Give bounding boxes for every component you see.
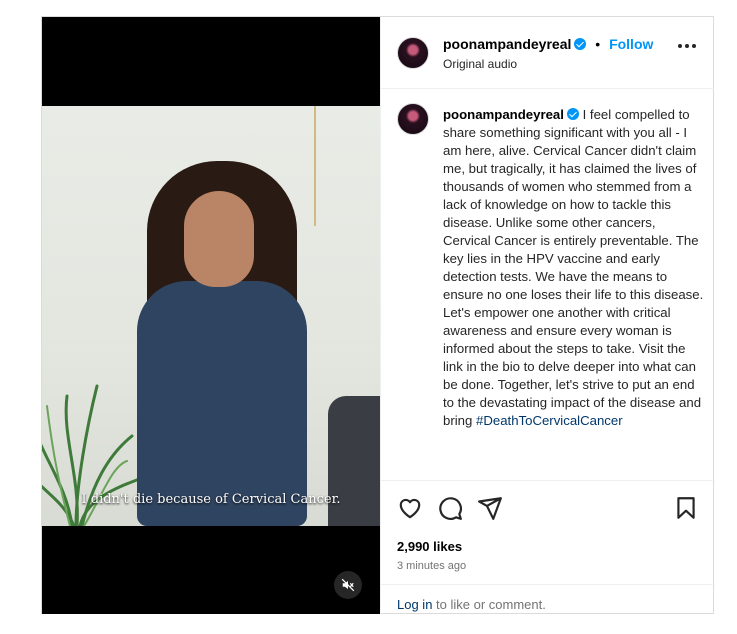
likes-count[interactable]: 2,990 likes xyxy=(397,539,462,554)
post-header: poonampandeyreal • Follow Original audio xyxy=(381,17,714,89)
hashtag-link[interactable]: #DeathToCervicalCancer xyxy=(476,413,623,428)
comment-icon[interactable] xyxy=(437,495,463,521)
person-body xyxy=(137,281,307,526)
action-icons xyxy=(395,495,701,521)
caption-section: poonampandeyreal I feel compelled to sha… xyxy=(381,90,715,480)
instagram-post: I didn't die because of Cervical Cancer.… xyxy=(41,16,715,614)
verified-icon xyxy=(566,108,579,120)
person-face xyxy=(184,191,254,287)
login-link[interactable]: Log in xyxy=(397,597,432,612)
header-user: poonampandeyreal • Follow xyxy=(443,36,653,52)
post-sidebar: poonampandeyreal • Follow Original audio… xyxy=(380,17,715,614)
login-prompt: Log in to like or comment. xyxy=(381,584,715,614)
avatar[interactable] xyxy=(397,37,429,69)
video-subtitle: I didn't die because of Cervical Cancer. xyxy=(81,492,341,507)
video-frame[interactable]: I didn't die because of Cervical Cancer. xyxy=(42,106,380,526)
caption-avatar[interactable] xyxy=(397,103,429,135)
more-icon[interactable] xyxy=(678,44,696,48)
action-bar: 2,990 likes 3 minutes ago xyxy=(381,480,715,580)
post-time[interactable]: 3 minutes ago xyxy=(397,560,466,572)
caption-username[interactable]: poonampandeyreal xyxy=(443,107,564,122)
follow-button[interactable]: Follow xyxy=(609,36,653,52)
header-username[interactable]: poonampandeyreal xyxy=(443,36,571,52)
video-player[interactable]: I didn't die because of Cervical Cancer. xyxy=(42,17,380,614)
heart-icon[interactable] xyxy=(397,495,423,521)
bookmark-icon[interactable] xyxy=(673,495,699,521)
login-text: to like or comment. xyxy=(432,597,546,612)
share-icon[interactable] xyxy=(477,495,503,521)
wall-decor xyxy=(314,106,316,226)
caption-text: poonampandeyreal I feel compelled to sha… xyxy=(443,106,705,430)
mute-icon xyxy=(341,578,355,592)
caption-body: I feel compelled to share something sign… xyxy=(443,107,704,428)
audio-label[interactable]: Original audio xyxy=(443,57,517,71)
mute-button[interactable] xyxy=(334,571,362,599)
verified-icon xyxy=(574,38,587,50)
separator-dot: • xyxy=(595,36,601,52)
